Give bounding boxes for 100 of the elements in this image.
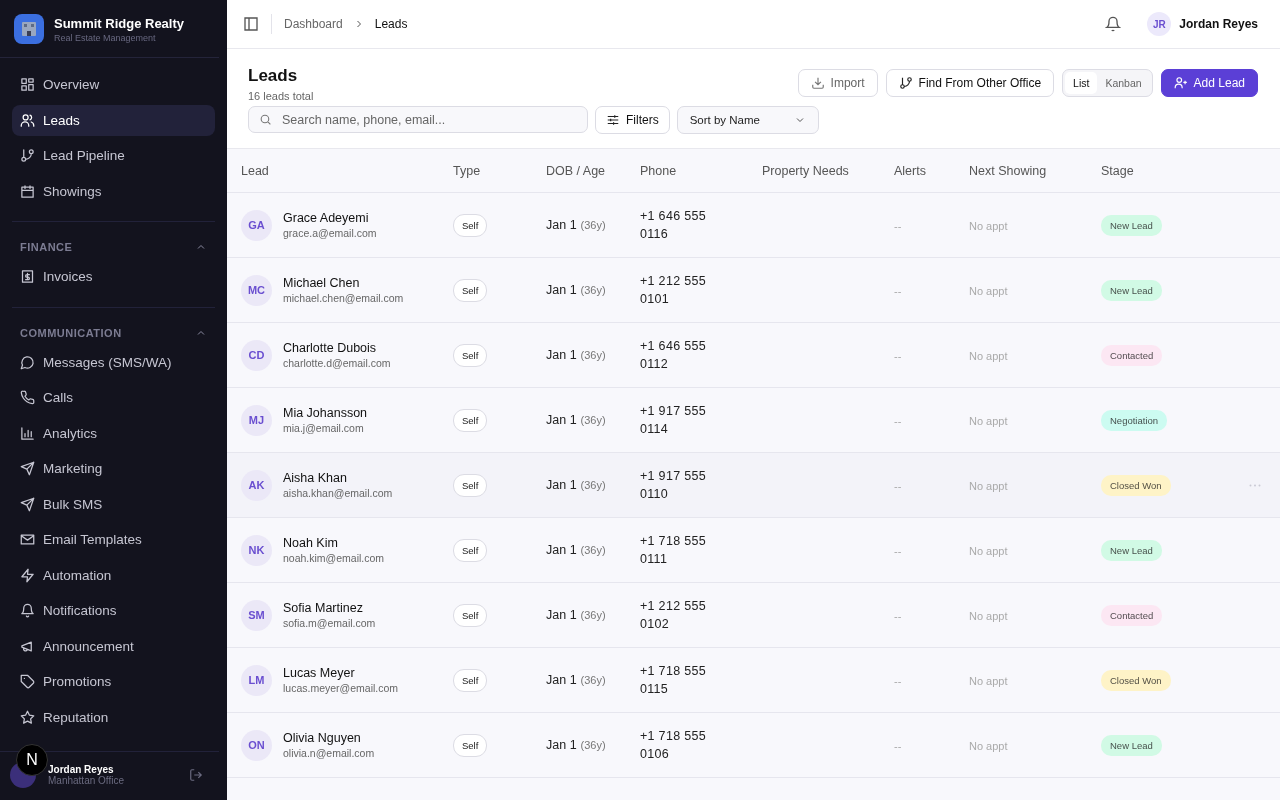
find-button[interactable]: Find From Other Office	[885, 69, 1055, 97]
lead-name[interactable]: Olivia Nguyen	[283, 731, 375, 745]
table-row[interactable]: CD Charlotte Dubois charlotte.d@email.com Self Jan 1 (36y) +1 646 555 0112 -- No appt Contacted	[227, 323, 1280, 388]
lead-avatar: GA	[241, 209, 272, 241]
age: (36y)	[580, 479, 606, 491]
type-badge: Self	[453, 668, 488, 692]
next-showing-cell: No appt	[969, 545, 1008, 557]
user-name: Jordan Reyes	[48, 764, 114, 775]
lead-count: 16 leads total	[248, 90, 314, 102]
sidebar-item[interactable]: Calls	[12, 382, 215, 413]
bell-icon[interactable]	[1105, 16, 1122, 32]
age: (36y)	[580, 609, 606, 621]
receipt-icon	[20, 269, 35, 284]
dob: Jan 1	[546, 413, 577, 427]
sidebar-item[interactable]: Reputation	[12, 701, 215, 733]
branch-icon	[20, 148, 35, 163]
stage-badge: New Lead	[1101, 734, 1162, 756]
sidebar-item[interactable]: Showings	[12, 175, 215, 207]
phone-number: +1 212 555 0101	[640, 273, 707, 308]
sidebar-item[interactable]: Announcement	[12, 630, 215, 662]
lead-email: charlotte.d@email.com	[283, 357, 391, 369]
stage-badge: New Lead	[1101, 279, 1162, 301]
lead-avatar: LM	[241, 664, 272, 696]
type-badge: Self	[453, 603, 488, 627]
table-row[interactable]: LM Lucas Meyer lucas.meyer@email.com Self Jan 1 (36y) +1 718 555 0115 -- No appt Closed Won	[227, 648, 1280, 713]
alerts-cell: --	[894, 350, 902, 362]
sidebar-item[interactable]: Notifications	[12, 595, 215, 626]
add-lead-button[interactable]: Add Lead	[1160, 69, 1258, 97]
breadcrumb-link[interactable]: Leads	[374, 17, 408, 31]
sidebar-item[interactable]: Analytics	[12, 417, 215, 449]
alerts-cell: --	[894, 740, 902, 752]
sidebar-item[interactable]: Lead Pipeline	[12, 140, 215, 171]
type-badge: Self	[453, 473, 488, 497]
phone-number: +1 646 555 0116	[640, 208, 707, 243]
sidebar-item[interactable]: Messages (SMS/WA)	[12, 346, 215, 378]
type-badge: Self	[453, 733, 488, 757]
lead-name[interactable]: Noah Kim	[283, 536, 385, 550]
alerts-cell: --	[894, 480, 902, 492]
company-tagline: Real Estate Management	[54, 32, 157, 43]
view-toggle[interactable]: List	[1065, 72, 1098, 94]
lead-name[interactable]: Charlotte Dubois	[283, 341, 391, 355]
lead-email: sofia.m@email.com	[283, 617, 376, 629]
sidebar-item[interactable]: Leads	[12, 104, 215, 136]
sidebar-toggle-icon[interactable]	[243, 16, 259, 32]
column-header: Lead	[241, 163, 270, 178]
sidebar-item[interactable]: Bulk SMS	[12, 488, 215, 520]
age: (36y)	[580, 674, 606, 686]
dev-badge[interactable]: N	[16, 744, 48, 776]
table-row[interactable]: AK Aisha Khan aisha.khan@email.com Self Jan 1 (36y) +1 917 555 0110 -- No appt Closed Won	[227, 453, 1280, 518]
sliders-icon	[606, 113, 620, 127]
column-header: Next Showing	[969, 163, 1048, 178]
lead-name[interactable]: Sofia Martinez	[283, 601, 376, 615]
lead-name[interactable]: Michael Chen	[283, 276, 404, 290]
sidebar-item[interactable]: Promotions	[12, 666, 215, 697]
sidebar-item[interactable]: Automation	[12, 559, 215, 591]
user-plus-icon	[1173, 76, 1188, 90]
column-header: Type	[453, 163, 482, 178]
lead-name[interactable]: Aisha Khan	[283, 471, 393, 485]
sidebar-item[interactable]: Marketing	[12, 453, 215, 484]
user-name[interactable]: Jordan Reyes	[1179, 17, 1258, 31]
alerts-cell: --	[894, 415, 902, 427]
next-showing-cell: No appt	[969, 350, 1008, 362]
sidebar-item[interactable]: Invoices	[12, 261, 215, 292]
dob: Jan 1	[546, 543, 577, 557]
lead-avatar: ON	[241, 729, 272, 761]
import-button[interactable]: Import	[797, 69, 878, 97]
sidebar-item[interactable]: Email Templates	[12, 524, 215, 555]
phone-number: +1 917 555 0110	[640, 468, 707, 503]
view-toggle[interactable]: Kanban	[1097, 72, 1150, 94]
phone-icon	[20, 390, 35, 405]
phone-number: +1 212 555 0102	[640, 598, 707, 633]
table-row[interactable]: SM Sofia Martinez sofia.m@email.com Self Jan 1 (36y) +1 212 555 0102 -- No appt Contacted	[227, 583, 1280, 648]
filters-button[interactable]: Filters	[595, 106, 670, 134]
branch-icon	[898, 76, 913, 90]
breadcrumb-link[interactable]: Dashboard	[284, 17, 343, 31]
type-badge: Self	[453, 278, 488, 302]
lead-email: mia.j@email.com	[283, 422, 365, 434]
table-row[interactable]: ON Olivia Nguyen olivia.n@email.com Self Jan 1 (36y) +1 718 555 0106 -- No appt New Lead	[227, 713, 1280, 778]
download-icon	[810, 76, 825, 90]
phone-number: +1 718 555 0111	[640, 533, 707, 568]
lead-email: noah.kim@email.com	[283, 552, 385, 564]
lead-name[interactable]: Mia Johansson	[283, 406, 368, 420]
age: (36y)	[580, 219, 606, 231]
lead-avatar: CD	[241, 339, 272, 371]
logout-icon[interactable]	[189, 768, 203, 782]
lead-name[interactable]: Lucas Meyer	[283, 666, 399, 680]
lead-name[interactable]: Grace Adeyemi	[283, 211, 377, 225]
paper-plane-icon	[20, 461, 35, 476]
table-row[interactable]: GA Grace Adeyemi grace.a@email.com Self Jan 1 (36y) +1 646 555 0116 -- No appt New Lead	[227, 193, 1280, 258]
stage-badge: New Lead	[1101, 214, 1162, 236]
sidebar-item[interactable]: Overview	[12, 69, 215, 100]
lead-avatar: SM	[241, 599, 272, 631]
phone-number: +1 718 555 0106	[640, 728, 707, 763]
dob: Jan 1	[546, 478, 577, 492]
tag-icon	[20, 674, 35, 689]
table-row[interactable]: NK Noah Kim noah.kim@email.com Self Jan 1 (36y) +1 718 555 0111 -- No appt New Lead	[227, 518, 1280, 583]
table-row[interactable]: MC Michael Chen michael.chen@email.com Self Jan 1 (36y) +1 212 555 0101 -- No appt New Lead	[227, 258, 1280, 323]
dob: Jan 1	[546, 738, 577, 752]
sort-dropdown[interactable]: Sort by Name	[676, 106, 819, 134]
next-showing-cell: No appt	[969, 675, 1008, 687]
